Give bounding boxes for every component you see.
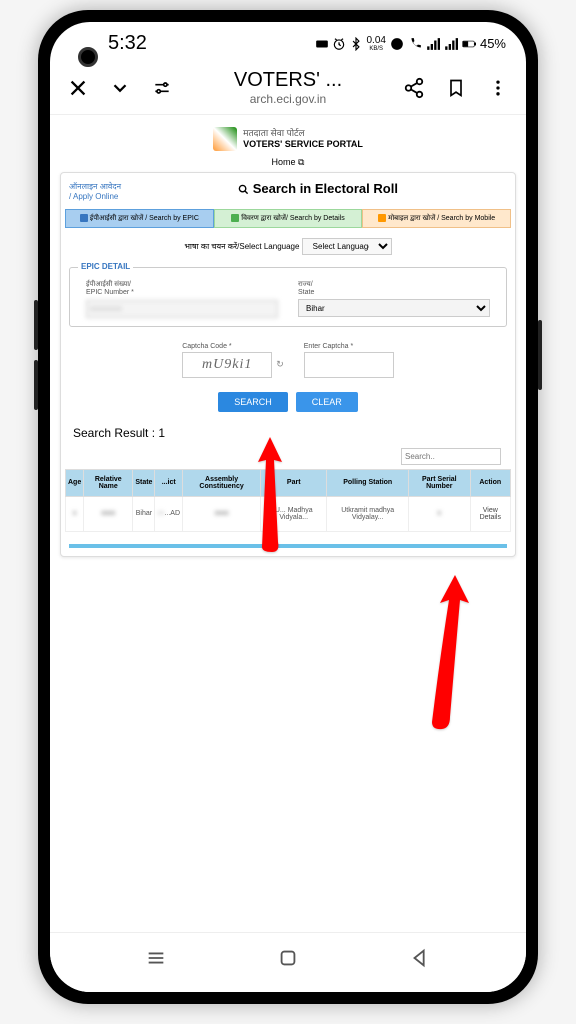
page-title: VOTERS' ... <box>192 69 384 92</box>
close-icon[interactable] <box>66 76 90 100</box>
page-url: arch.eci.gov.in <box>192 92 384 106</box>
annotation-arrow-view <box>420 567 490 742</box>
epic-number-label: ईपीआईसी संख्या/EPIC Number * <box>86 280 278 296</box>
table-header-row: Age Relative Name State ...ict Assembly … <box>66 469 511 496</box>
alarm-icon <box>332 37 346 51</box>
settings-sliders-icon[interactable] <box>150 76 174 100</box>
results-table: Age Relative Name State ...ict Assembly … <box>65 469 511 532</box>
view-details-link[interactable]: View Details <box>480 507 501 521</box>
state-select[interactable]: Bihar <box>298 299 490 317</box>
recent-apps-button[interactable] <box>145 947 167 974</box>
battery-icon <box>462 37 476 51</box>
result-title: Search Result : 1 <box>65 416 511 444</box>
home-button[interactable] <box>277 947 299 974</box>
navigation-bar <box>50 932 526 992</box>
enter-captcha-label: Enter Captcha * <box>304 343 394 350</box>
apply-online-link[interactable]: ऑनलाइन आवेदन / Apply Online <box>65 177 125 205</box>
battery-text: 45% <box>480 36 506 51</box>
more-icon[interactable] <box>486 76 510 100</box>
result-filter-input[interactable] <box>401 448 501 465</box>
refresh-captcha-icon[interactable]: ↻ <box>276 359 284 370</box>
status-bar: 5:32 0.04 KB/S 45% <box>50 22 526 61</box>
bookmark-icon[interactable] <box>444 76 468 100</box>
epic-number-input[interactable] <box>86 300 278 318</box>
state-label: राज्य/State <box>298 280 490 296</box>
search-tabs: ईपीआईसी द्वारा खोजें / Search by EPIC वि… <box>65 209 511 228</box>
browser-bar: VOTERS' ... arch.eci.gov.in <box>50 61 526 115</box>
tab-search-epic[interactable]: ईपीआईसी द्वारा खोजें / Search by EPIC <box>65 209 214 228</box>
signal-1-icon <box>426 37 440 51</box>
captcha-label: Captcha Code * <box>182 343 284 350</box>
bluetooth-icon <box>349 37 363 51</box>
portal-header: मतदाता सेवा पोर्टल VOTERS' SERVICE PORTA… <box>56 121 520 157</box>
table-row: x xxxx Bihar xx...AD xxxx U... Madhya Vi… <box>66 496 511 531</box>
search-button[interactable]: SEARCH <box>218 392 288 412</box>
wifi-call-icon <box>408 37 422 51</box>
status-icons: 0.04 KB/S 45% <box>315 36 507 52</box>
captcha-image: mU9ki1 <box>182 352 272 378</box>
tab-search-mobile[interactable]: मोबाइल द्वारा खोजें / Search by Mobile <box>362 209 511 228</box>
vowifi-icon <box>315 37 329 51</box>
signal-2-icon <box>444 37 458 51</box>
search-title: Search in Electoral Roll <box>125 177 511 200</box>
language-select[interactable]: Select Language <box>302 238 392 255</box>
back-button[interactable] <box>409 947 431 974</box>
lang-label: भाषा का चयन करें/Select Language <box>184 242 299 251</box>
chevron-down-icon[interactable] <box>108 76 132 100</box>
share-icon[interactable] <box>402 76 426 100</box>
home-link[interactable]: Home ⧉ <box>56 157 520 168</box>
epic-legend: EPIC DETAIL <box>78 262 133 271</box>
eci-logo-icon <box>213 127 237 151</box>
clear-button[interactable]: CLEAR <box>296 392 358 412</box>
captcha-input[interactable] <box>304 352 394 378</box>
volte-icon <box>390 37 404 51</box>
divider <box>69 544 507 548</box>
tab-search-details[interactable]: विवरण द्वारा खोजें/ Search by Details <box>214 209 363 228</box>
